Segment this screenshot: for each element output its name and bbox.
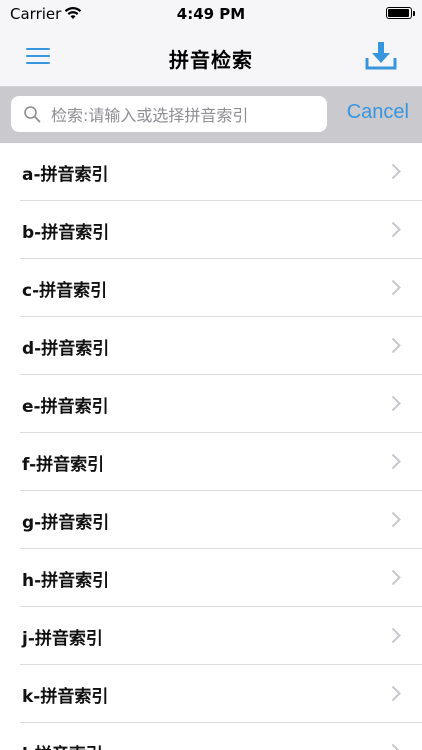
list-item[interactable]: j-拼音索引	[0, 607, 422, 665]
list-item-label: c-拼音索引	[22, 281, 108, 301]
list-item[interactable]: g-拼音索引	[0, 491, 422, 549]
chevron-right-icon	[391, 511, 401, 528]
chevron-right-icon	[391, 627, 401, 644]
list-item[interactable]: l-拼音索引	[0, 723, 422, 750]
battery-icon	[386, 7, 415, 19]
list-item-label: k-拼音索引	[22, 687, 109, 707]
list-item[interactable]: b-拼音索引	[0, 201, 422, 259]
chevron-right-icon	[391, 279, 401, 296]
list-item-label: b-拼音索引	[22, 223, 110, 243]
pinyin-index-list: a-拼音索引 b-拼音索引 c-拼音索引 d-拼音索引 e-拼音索引 f-拼音索…	[0, 143, 422, 750]
chevron-right-icon	[391, 221, 401, 238]
chevron-right-icon	[391, 743, 400, 750]
chevron-right-icon	[391, 395, 401, 412]
chevron-right-icon	[391, 163, 401, 180]
search-field[interactable]	[11, 96, 327, 134]
list-item[interactable]: k-拼音索引	[0, 665, 422, 723]
list-item-label: d-拼音索引	[22, 339, 110, 359]
page-title: 拼音检索	[169, 48, 253, 72]
list-item-label: g-拼音索引	[22, 513, 110, 533]
status-bar: Carrier 4:49 PM	[0, 0, 422, 30]
chevron-right-icon	[391, 453, 401, 470]
chevron-right-icon	[391, 685, 401, 702]
list-item[interactable]: f-拼音索引	[0, 433, 422, 491]
list-item[interactable]: e-拼音索引	[0, 375, 422, 433]
list-item[interactable]: a-拼音索引	[0, 143, 422, 201]
chevron-right-icon	[391, 337, 401, 354]
list-item-label: f-拼音索引	[22, 455, 105, 475]
navigation-bar: 拼音检索	[0, 30, 422, 86]
cancel-button[interactable]: Cancel	[347, 101, 409, 124]
list-item-label: h-拼音索引	[22, 571, 110, 591]
app-header: Carrier 4:49 PM 拼音检索	[0, 0, 422, 87]
status-time: 4:49 PM	[176, 5, 246, 23]
list-item-label: j-拼音索引	[22, 629, 103, 649]
search-input[interactable]	[49, 96, 323, 134]
list-item[interactable]: h-拼音索引	[0, 549, 422, 607]
download-button[interactable]	[364, 40, 398, 72]
search-icon	[24, 106, 41, 123]
list-item[interactable]: c-拼音索引	[0, 259, 422, 317]
list-item-label: e-拼音索引	[22, 397, 109, 417]
chevron-right-icon	[391, 569, 401, 586]
list-item-label: a-拼音索引	[22, 165, 109, 185]
download-icon	[365, 42, 397, 70]
list-item-label: l-拼音索引	[22, 740, 103, 750]
list-item[interactable]: d-拼音索引	[0, 317, 422, 375]
search-bar: Cancel	[0, 87, 422, 143]
